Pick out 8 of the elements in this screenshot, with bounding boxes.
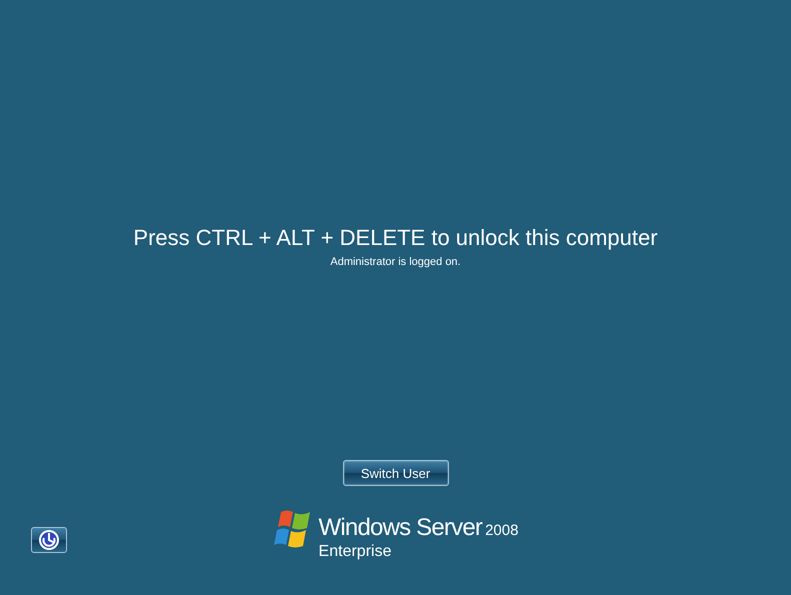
unlock-instruction: Press CTRL + ALT + DELETE to unlock this computer [133,224,658,252]
brand-name: Windows Server [318,515,482,541]
switch-user-button[interactable]: Switch User [342,460,448,486]
logged-on-status: Administrator is logged on. [330,255,461,269]
ease-of-access-button[interactable] [31,527,67,553]
brand-version: 2008 [485,523,518,538]
brand-edition: Enterprise [318,543,392,561]
ease-of-access-icon [38,529,60,551]
